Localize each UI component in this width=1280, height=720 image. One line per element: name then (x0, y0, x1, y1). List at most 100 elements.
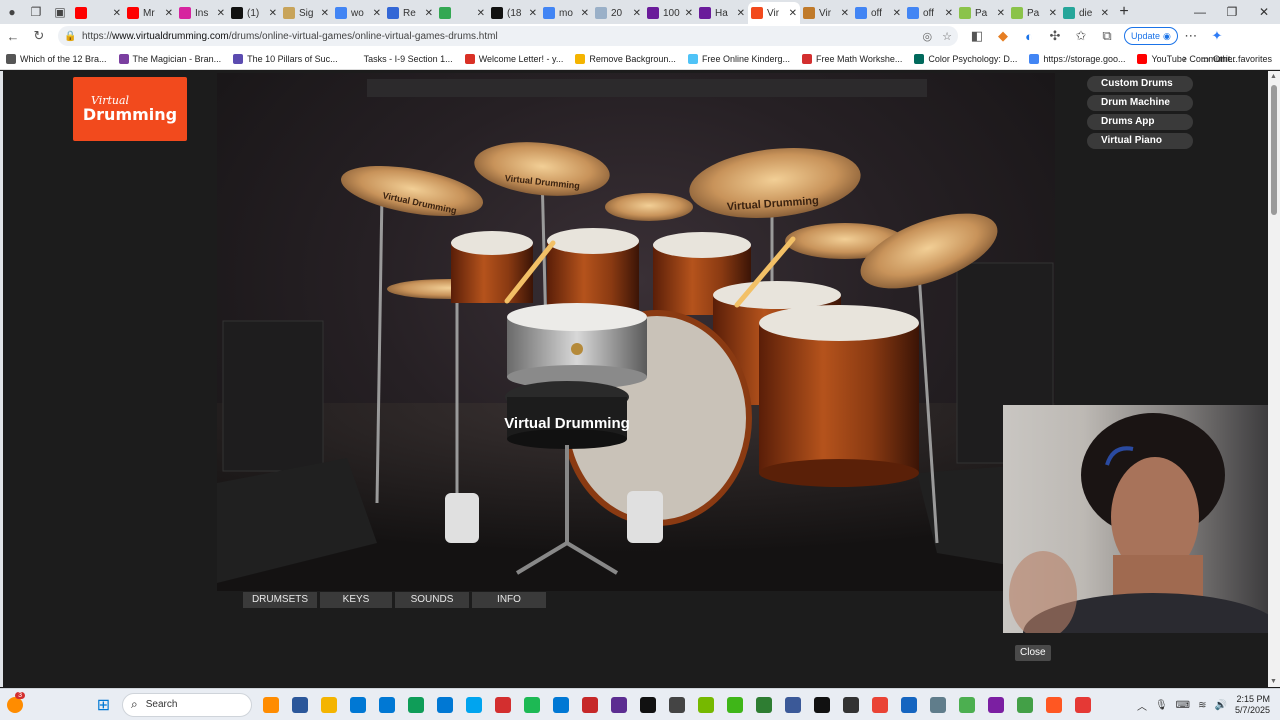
start-icon[interactable]: ⊞ (89, 691, 118, 719)
taskbar-app-icon[interactable] (256, 691, 285, 719)
page-scrollbar[interactable]: ▲ ▼ (1268, 71, 1280, 687)
taskbar-app-icon[interactable] (459, 691, 488, 719)
tab-close-icon[interactable]: ✕ (165, 8, 173, 19)
browser-tab[interactable]: Re ✕ (384, 2, 436, 24)
tab-close-icon[interactable]: ✕ (737, 8, 745, 19)
extension-icon[interactable]: ◐ (1016, 24, 1042, 48)
site-info-icon[interactable]: 🔒 (64, 31, 78, 42)
browser-tab[interactable]: 20 ✕ (592, 2, 644, 24)
taskbar-app-icon[interactable] (372, 691, 401, 719)
bookmark-item[interactable]: Welcome Letter! - y... (464, 49, 563, 69)
tab-close-icon[interactable]: ✕ (789, 8, 797, 19)
collections-icon[interactable]: ⧉ (1094, 24, 1120, 48)
more-menu-icon[interactable]: ⋯ (1178, 24, 1204, 48)
bookmark-item[interactable]: Remove Backgroun... (575, 49, 676, 69)
side-nav-link[interactable]: Custom Drums (1087, 76, 1193, 92)
volume-icon[interactable]: 🔊 (1215, 700, 1227, 711)
tab-close-icon[interactable]: ✕ (997, 8, 1005, 19)
tab-close-icon[interactable]: ✕ (269, 8, 277, 19)
tab-close-icon[interactable]: ✕ (373, 8, 381, 19)
refresh-icon[interactable]: ↻ (26, 24, 52, 48)
favorites-icon[interactable]: ✩ (1068, 24, 1094, 48)
bottom-nav-tab[interactable]: INFO (472, 592, 546, 608)
taskbar-app-icon[interactable] (430, 691, 459, 719)
tab-actions-icon[interactable]: ▣ (48, 0, 72, 24)
wifi-icon[interactable]: ≋ (1198, 700, 1206, 711)
browser-tab[interactable]: (18 ✕ (488, 2, 540, 24)
back-icon[interactable]: ← (0, 24, 26, 48)
browser-tab[interactable]: wo ✕ (332, 2, 384, 24)
close-overlay-button[interactable]: Close (1015, 645, 1051, 661)
taskbar-app-icon[interactable] (1010, 691, 1039, 719)
profile-icon[interactable]: ● (0, 0, 24, 24)
taskbar-app-icon[interactable] (488, 691, 517, 719)
bookmark-item[interactable]: Free Online Kinderg... (687, 49, 790, 69)
browser-tab[interactable]: 100 ✕ (644, 2, 696, 24)
bookmark-item[interactable]: The Magician - Bran... (118, 49, 221, 69)
taskbar-app-icon[interactable] (285, 691, 314, 719)
bottom-nav-tab[interactable]: DRUMSETS (243, 592, 317, 608)
keyboard-icon[interactable]: ⌨ (1176, 700, 1190, 711)
other-favorites-folder[interactable]: ▭ Other favorites (1200, 54, 1272, 65)
taskbar-app-icon[interactable] (981, 691, 1010, 719)
side-nav-link[interactable]: Drum Machine (1087, 95, 1193, 111)
minimize-icon[interactable]: — (1184, 0, 1216, 24)
tab-close-icon[interactable]: ✕ (581, 8, 589, 19)
taskbar-app-icon[interactable] (778, 691, 807, 719)
taskbar-app-icon[interactable] (807, 691, 836, 719)
clock[interactable]: 2:15 PM 5/7/2025 (1235, 694, 1270, 716)
taskbar-search[interactable]: ⌕ Search (122, 692, 252, 717)
scroll-down-icon[interactable]: ▼ (1270, 678, 1277, 685)
browser-tab[interactable]: off ✕ (852, 2, 904, 24)
close-window-icon[interactable]: ✕ (1248, 0, 1280, 24)
bottom-nav-tab[interactable]: SOUNDS (395, 592, 469, 608)
taskbar-app-icon[interactable] (720, 691, 749, 719)
browser-tab[interactable]: mo ✕ (540, 2, 592, 24)
browser-tab[interactable]: Pa ✕ (1008, 2, 1060, 24)
taskbar-app-icon[interactable] (952, 691, 981, 719)
taskbar-app-icon[interactable] (401, 691, 430, 719)
tab-close-icon[interactable]: ✕ (425, 8, 433, 19)
browser-tab[interactable]: off ✕ (904, 2, 956, 24)
workspaces-icon[interactable]: ❐ (24, 0, 48, 24)
taskbar-app-icon[interactable] (865, 691, 894, 719)
bottom-nav-tab[interactable]: KEYS (320, 592, 392, 608)
taskbar-app-icon[interactable] (894, 691, 923, 719)
tab-close-icon[interactable]: ✕ (477, 8, 485, 19)
taskbar-app-icon[interactable] (923, 691, 952, 719)
taskbar-app-icon[interactable] (546, 691, 575, 719)
side-nav-link[interactable]: Drums App (1087, 114, 1193, 130)
drum-kit-stage[interactable]: Virtual Drumming Virtual Drumming Virtua… (217, 73, 1055, 591)
microphone-icon[interactable]: 🎙 (1155, 700, 1168, 711)
taskbar-app-icon[interactable] (343, 691, 372, 719)
copilot-icon[interactable]: ✦ (1204, 24, 1230, 48)
taskbar-app-icon[interactable] (633, 691, 662, 719)
browser-tab[interactable]: Mr ✕ (124, 2, 176, 24)
browser-tab[interactable]: Ins ✕ (176, 2, 228, 24)
taskbar-app-icon[interactable] (575, 691, 604, 719)
scroll-up-icon[interactable]: ▲ (1270, 73, 1277, 80)
extension-icon[interactable]: ◧ (964, 24, 990, 48)
widgets-icon[interactable]: 3 (0, 691, 29, 719)
address-bar[interactable]: 🔒 https://www.virtualdrumming.com/drums/… (58, 26, 958, 46)
tray-overflow-icon[interactable]: ︿ (1137, 698, 1147, 713)
browser-tab[interactable]: Pa ✕ (956, 2, 1008, 24)
taskbar-app-icon[interactable] (691, 691, 720, 719)
scrollbar-thumb[interactable] (1271, 85, 1277, 215)
url-text[interactable]: https://www.virtualdrumming.com/drums/on… (82, 31, 498, 42)
reading-mode-icon[interactable]: ◎ (923, 30, 933, 43)
extension-icon[interactable]: ◆ (990, 24, 1016, 48)
browser-tab[interactable]: ✕ (436, 2, 488, 24)
side-nav-link[interactable]: Virtual Piano (1087, 133, 1193, 149)
taskbar-app-icon[interactable] (1068, 691, 1097, 719)
new-tab-button[interactable]: + (1112, 3, 1136, 21)
extensions-puzzle-icon[interactable]: ✣ (1042, 24, 1068, 48)
update-button[interactable]: Update ◉ (1124, 27, 1178, 45)
tab-close-icon[interactable]: ✕ (529, 8, 537, 19)
taskbar-app-icon[interactable] (749, 691, 778, 719)
tab-close-icon[interactable]: ✕ (217, 8, 225, 19)
restore-icon[interactable]: ❐ (1216, 0, 1248, 24)
tab-close-icon[interactable]: ✕ (633, 8, 641, 19)
browser-tab[interactable]: Vir ✕ (800, 2, 852, 24)
bookmark-item[interactable]: Color Psychology: D... (914, 49, 1017, 69)
